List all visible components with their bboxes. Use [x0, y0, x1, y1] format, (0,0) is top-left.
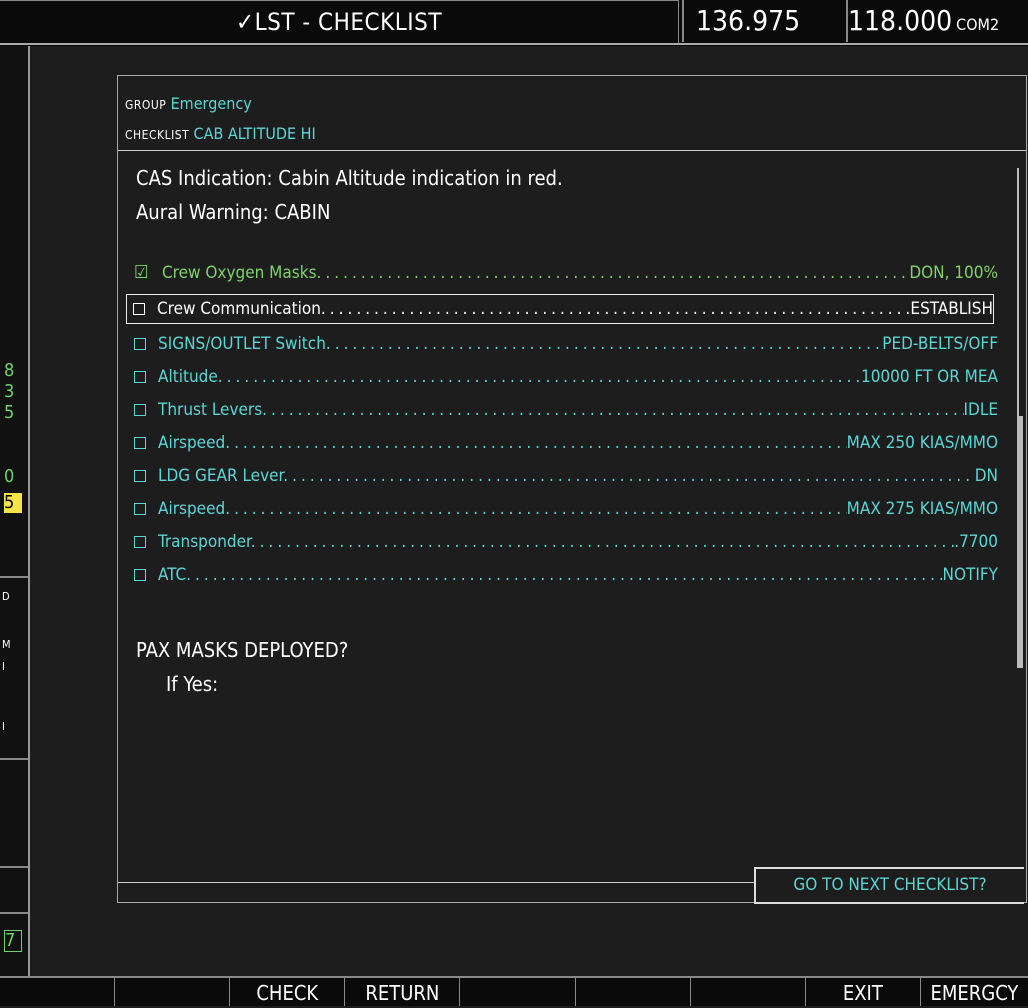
item-action: DON, 100% — [909, 263, 998, 283]
checklist-item[interactable]: SIGNS/OUTLET Switch. ...................… — [128, 330, 998, 358]
group-row[interactable]: GROUP Emergency — [125, 94, 252, 113]
checklist-row[interactable]: CHECKLIST CAB ALTITUDE HI — [125, 124, 316, 143]
strip-digit: 7 — [4, 930, 22, 952]
softkey-5[interactable] — [460, 978, 576, 1006]
item-action: .7700 — [954, 532, 998, 552]
item-action: 10000 FT OR MEA — [860, 367, 998, 387]
header-divider — [118, 150, 1026, 151]
group-value: Emergency — [170, 94, 252, 113]
item-action: IDLE — [963, 400, 998, 420]
checkbox-icon — [134, 404, 146, 416]
item-action: NOTIFY — [942, 565, 998, 585]
com-label: COM2 — [956, 15, 1000, 34]
checkbox-icon — [134, 470, 146, 482]
com-standby-frequency[interactable]: 118.000 COM2 — [846, 0, 1028, 42]
item-action: ESTABLISH — [910, 299, 993, 319]
strip-digit-highlight: 5 — [4, 493, 22, 513]
go-to-next-checklist-button[interactable]: GO TO NEXT CHECKLIST? — [754, 867, 1024, 904]
item-name: Crew Oxygen Masks. — [162, 263, 322, 283]
strip-digit: 3 — [4, 381, 15, 402]
strip-digit: 8 — [4, 360, 15, 381]
leader-dots: ........................................… — [234, 433, 847, 453]
page-title: ✓LST - CHECKLIST — [0, 0, 679, 44]
softkey-7[interactable] — [691, 978, 806, 1006]
leader-dots: ........................................… — [271, 400, 964, 420]
cas-indication-text: CAS Indication: Cabin Altitude indicatio… — [136, 166, 563, 190]
item-name: Altitude. — [158, 367, 223, 387]
leader-dots: ........................................… — [325, 263, 910, 283]
checkbox-icon — [134, 503, 146, 515]
checkbox-icon — [134, 437, 146, 449]
strip-label: I — [2, 720, 5, 733]
checkbox-icon — [134, 569, 146, 581]
scrollbar-thumb[interactable] — [1017, 416, 1023, 668]
title-bar: ✓LST - CHECKLIST 136.975 118.000 COM2 — [0, 0, 1028, 46]
softkey-2[interactable] — [115, 978, 231, 1006]
strip-digit: 5 — [4, 402, 15, 423]
item-action: MAX 250 KIAS/MMO — [846, 433, 998, 453]
strip-label: I — [2, 660, 5, 673]
pax-masks-question: PAX MASKS DEPLOYED? — [136, 638, 349, 662]
return-softkey[interactable]: RETURN — [345, 978, 461, 1006]
strip-divider — [0, 866, 28, 868]
item-action: PED-BELTS/OFF — [882, 334, 998, 354]
leader-dots: ........................................… — [259, 532, 955, 552]
item-name: LDG GEAR Lever. — [158, 466, 289, 486]
softkey-1[interactable] — [0, 978, 116, 1006]
check-softkey[interactable]: CHECK — [230, 978, 346, 1006]
com-active-frequency[interactable]: 136.975 — [682, 0, 846, 42]
checklist-item-selected[interactable]: Crew Communication. ....................… — [126, 294, 994, 324]
footer-divider — [118, 882, 754, 883]
item-name: ATC. — [158, 565, 192, 585]
if-yes-text: If Yes: — [166, 672, 219, 696]
strip-digit: 0 — [4, 466, 15, 487]
softkey-6[interactable] — [576, 978, 691, 1006]
checklist-label: CHECKLIST — [125, 128, 190, 142]
scrollbar[interactable] — [1017, 168, 1023, 668]
checklist-item[interactable]: LDG GEAR Lever. ........................… — [128, 462, 998, 490]
strip-divider — [0, 576, 28, 578]
checklist-panel: GROUP Emergency CHECKLIST CAB ALTITUDE H… — [117, 75, 1027, 904]
checklist-item[interactable]: Airspeed. ..............................… — [128, 429, 998, 457]
checklist-item[interactable]: Airspeed. ..............................… — [128, 495, 998, 523]
strip-divider — [0, 912, 28, 914]
checkbox-icon — [134, 536, 146, 548]
top-divider — [0, 43, 1028, 45]
leader-dots: ........................................… — [226, 367, 861, 387]
aural-warning-text: Aural Warning: CABIN — [136, 200, 331, 224]
checkbox-icon — [133, 303, 145, 315]
checklist-item[interactable]: Transponder. ...........................… — [128, 528, 998, 556]
strip-label: D — [2, 590, 10, 603]
checklist-item[interactable]: ☑ Crew Oxygen Masks. ...................… — [128, 259, 998, 287]
strip-divider — [0, 758, 28, 760]
leader-dots: ........................................… — [195, 565, 943, 585]
left-edge-strip: 8 3 5 0 5 D M I I 7 — [0, 46, 30, 976]
group-label: GROUP — [125, 98, 167, 112]
item-name: Crew Communication. — [157, 299, 326, 319]
item-name: Airspeed. — [158, 499, 231, 519]
softkey-bar: CHECK RETURN EXIT EMERGCY — [0, 976, 1028, 1006]
com-standby-value: 118.000 — [848, 4, 953, 37]
leader-dots: ........................................… — [334, 334, 883, 354]
checklist-item[interactable]: Thrust Levers. .........................… — [128, 396, 998, 424]
strip-label: M — [2, 638, 11, 651]
item-name: Thrust Levers. — [158, 400, 268, 420]
item-action: MAX 275 KIAS/MMO — [846, 499, 998, 519]
checkbox-icon — [134, 371, 146, 383]
leader-dots: ........................................… — [329, 299, 911, 319]
checkbox-icon — [134, 338, 146, 350]
item-name: SIGNS/OUTLET Switch. — [158, 334, 331, 354]
leader-dots: ........................................… — [234, 499, 847, 519]
checklist-item[interactable]: Altitude. ..............................… — [128, 363, 998, 391]
checkmark-icon: ☑ — [134, 262, 149, 283]
exit-softkey[interactable]: EXIT — [806, 978, 921, 1006]
leader-dots: ........................................… — [292, 466, 975, 486]
checklist-item[interactable]: ATC. ...................................… — [128, 561, 998, 589]
checklist-value: CAB ALTITUDE HI — [193, 124, 316, 143]
item-name: Transponder. — [158, 532, 256, 552]
item-action: DN — [974, 466, 998, 486]
emergency-softkey[interactable]: EMERGCY — [921, 978, 1028, 1006]
item-name: Airspeed. — [158, 433, 231, 453]
